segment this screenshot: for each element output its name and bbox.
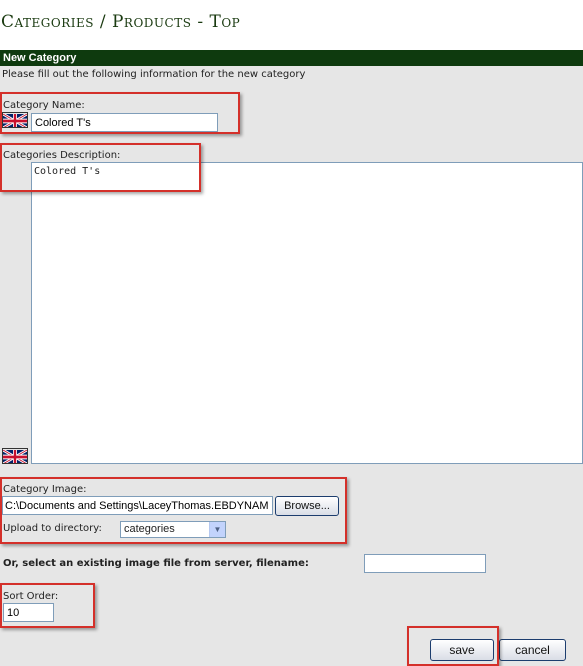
highlight-category-name (0, 92, 240, 134)
cancel-button[interactable]: cancel (499, 639, 566, 661)
panel-header: New Category (0, 50, 583, 66)
page-title: Categories / Products - Top (1, 12, 241, 32)
intro-text: Please fill out the following informatio… (2, 69, 306, 80)
highlight-category-image (0, 477, 347, 544)
new-category-panel: New Category Please fill out the followi… (0, 50, 583, 666)
existing-file-label: Or, select an existing image file from s… (3, 558, 309, 569)
uk-flag-icon (2, 448, 28, 464)
highlight-description (0, 143, 201, 192)
description-textarea[interactable]: Colored T's (31, 162, 583, 464)
highlight-save (407, 626, 499, 666)
highlight-sort-order (0, 583, 95, 628)
existing-file-input[interactable] (364, 554, 486, 573)
